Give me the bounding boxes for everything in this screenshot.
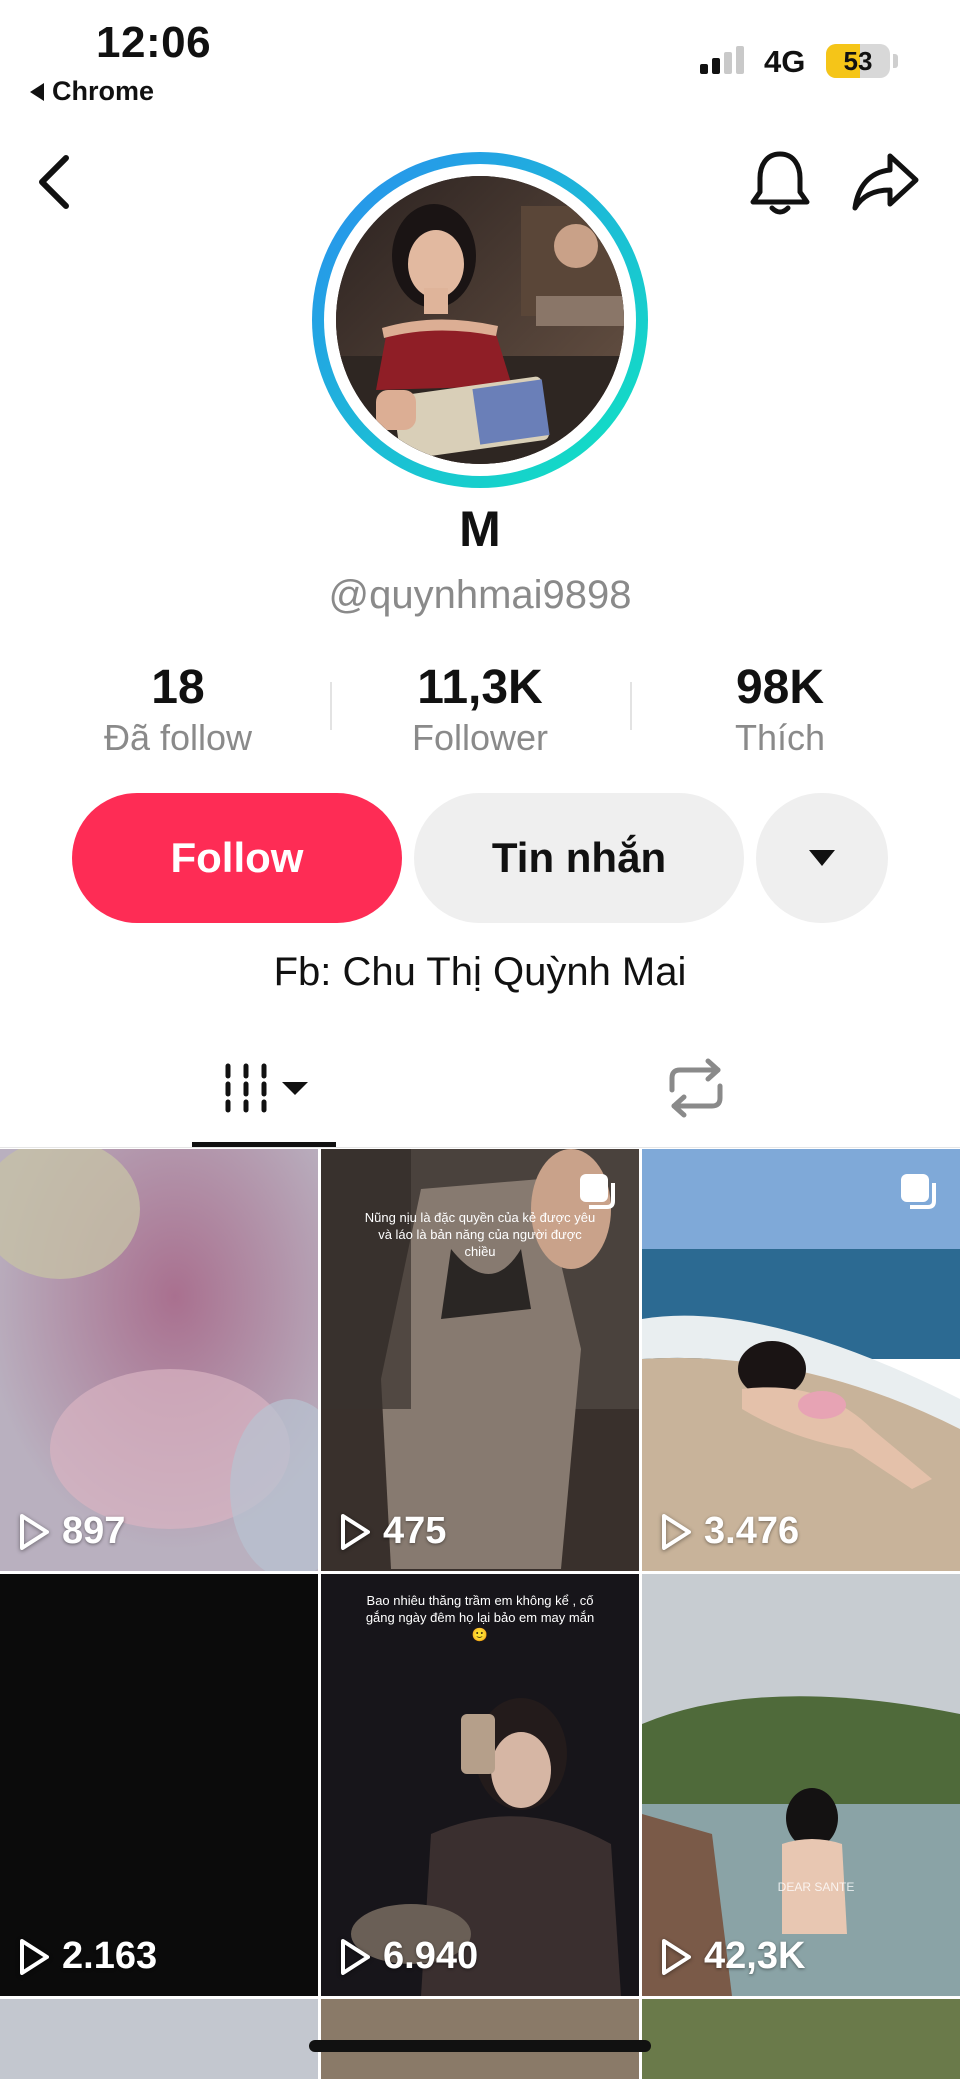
play-icon bbox=[662, 1938, 691, 1975]
view-count-value: 2.163 bbox=[62, 1935, 158, 1977]
video-thumbnail[interactable]: 2.163 bbox=[0, 1574, 318, 1996]
view-count-value: 897 bbox=[62, 1510, 126, 1552]
caret-down-icon bbox=[809, 850, 835, 866]
videos-grid-icon bbox=[225, 1063, 267, 1113]
follow-button[interactable]: Follow bbox=[72, 793, 402, 923]
battery-icon: 53 bbox=[826, 44, 890, 78]
play-icon bbox=[341, 1513, 370, 1550]
view-count: 42,3K bbox=[660, 1935, 805, 1978]
multi-photo-icon bbox=[901, 1174, 936, 1209]
play-icon bbox=[20, 1938, 49, 1975]
play-icon bbox=[662, 1513, 691, 1550]
username: @quynhmai9898 bbox=[328, 573, 632, 617]
view-count-value: 42,3K bbox=[704, 1935, 806, 1977]
cellular-signal-icon bbox=[700, 46, 744, 74]
video-thumbnail[interactable] bbox=[0, 1999, 318, 2079]
view-count-value: 3.476 bbox=[704, 1510, 800, 1552]
stat-likes-label: Thích bbox=[734, 717, 826, 758]
view-count: 897 bbox=[18, 1510, 125, 1553]
video-thumbnail[interactable] bbox=[642, 1999, 960, 2079]
back-to-app-link[interactable]: Chrome bbox=[30, 76, 154, 107]
video-caption: DEAR SANTE bbox=[777, 1880, 855, 1894]
view-count-value: 475 bbox=[383, 1510, 447, 1552]
video-caption: Nũng nịu là đặc quyền của kẻ được yêu và… bbox=[364, 1210, 596, 1259]
back-app-label: Chrome bbox=[52, 76, 155, 106]
video-thumbnail[interactable]: DEAR SANTE 42,3K bbox=[642, 1574, 960, 1996]
more-options-button[interactable] bbox=[756, 793, 888, 923]
status-time: 12:06 bbox=[96, 18, 212, 67]
video-thumbnail[interactable]: Nũng nịu là đặc quyền của kẻ được yêu và… bbox=[321, 1149, 639, 1571]
video-thumbnail[interactable]: 897 bbox=[0, 1149, 318, 1571]
message-button[interactable]: Tin nhắn bbox=[414, 793, 744, 923]
video-caption: Bao nhiêu thăng trầm em không kể , cố gắ… bbox=[365, 1593, 595, 1642]
stat-followers[interactable]: 11,3K Follower bbox=[330, 660, 630, 759]
stat-followers-label: Follower bbox=[411, 717, 549, 758]
display-name: M bbox=[459, 501, 501, 557]
stat-following-value: 18 bbox=[151, 661, 205, 714]
view-count: 2.163 bbox=[18, 1935, 157, 1978]
multi-photo-icon bbox=[580, 1174, 615, 1209]
repost-icon[interactable] bbox=[662, 1058, 730, 1118]
battery-percent: 53 bbox=[843, 46, 873, 76]
bell-icon[interactable] bbox=[748, 148, 812, 218]
battery-tip bbox=[893, 54, 898, 68]
video-thumbnail[interactable]: Bao nhiêu thăng trầm em không kể , cố gắ… bbox=[321, 1574, 639, 1996]
home-indicator bbox=[309, 2040, 651, 2052]
play-icon bbox=[341, 1938, 370, 1975]
view-count: 475 bbox=[339, 1510, 446, 1553]
network-type: 4G bbox=[764, 44, 806, 79]
bio-text: Fb: Chu Thị Quỳnh Mai bbox=[273, 950, 687, 994]
video-thumbnail[interactable] bbox=[321, 1999, 639, 2079]
share-arrow-icon[interactable] bbox=[850, 150, 922, 214]
stat-likes-value: 98K bbox=[735, 661, 825, 714]
tab-divider bbox=[0, 1147, 960, 1148]
stat-likes[interactable]: 98K Thích bbox=[630, 660, 930, 759]
avatar[interactable] bbox=[312, 152, 648, 488]
avatar-photo bbox=[336, 176, 624, 464]
stat-followers-value: 11,3K bbox=[417, 661, 543, 714]
stat-following-label: Đã follow bbox=[103, 717, 253, 758]
view-count-value: 6.940 bbox=[383, 1935, 479, 1977]
video-thumbnail[interactable]: 3.476 bbox=[642, 1149, 960, 1571]
back-triangle-icon bbox=[30, 82, 44, 101]
caret-down-icon bbox=[282, 1081, 308, 1095]
play-icon bbox=[20, 1513, 49, 1550]
view-count: 6.940 bbox=[339, 1935, 478, 1978]
tab-videos[interactable] bbox=[222, 1062, 308, 1114]
chevron-left-icon[interactable] bbox=[34, 154, 74, 210]
view-count: 3.476 bbox=[660, 1510, 799, 1553]
stat-following[interactable]: 18 Đã follow bbox=[28, 660, 328, 759]
